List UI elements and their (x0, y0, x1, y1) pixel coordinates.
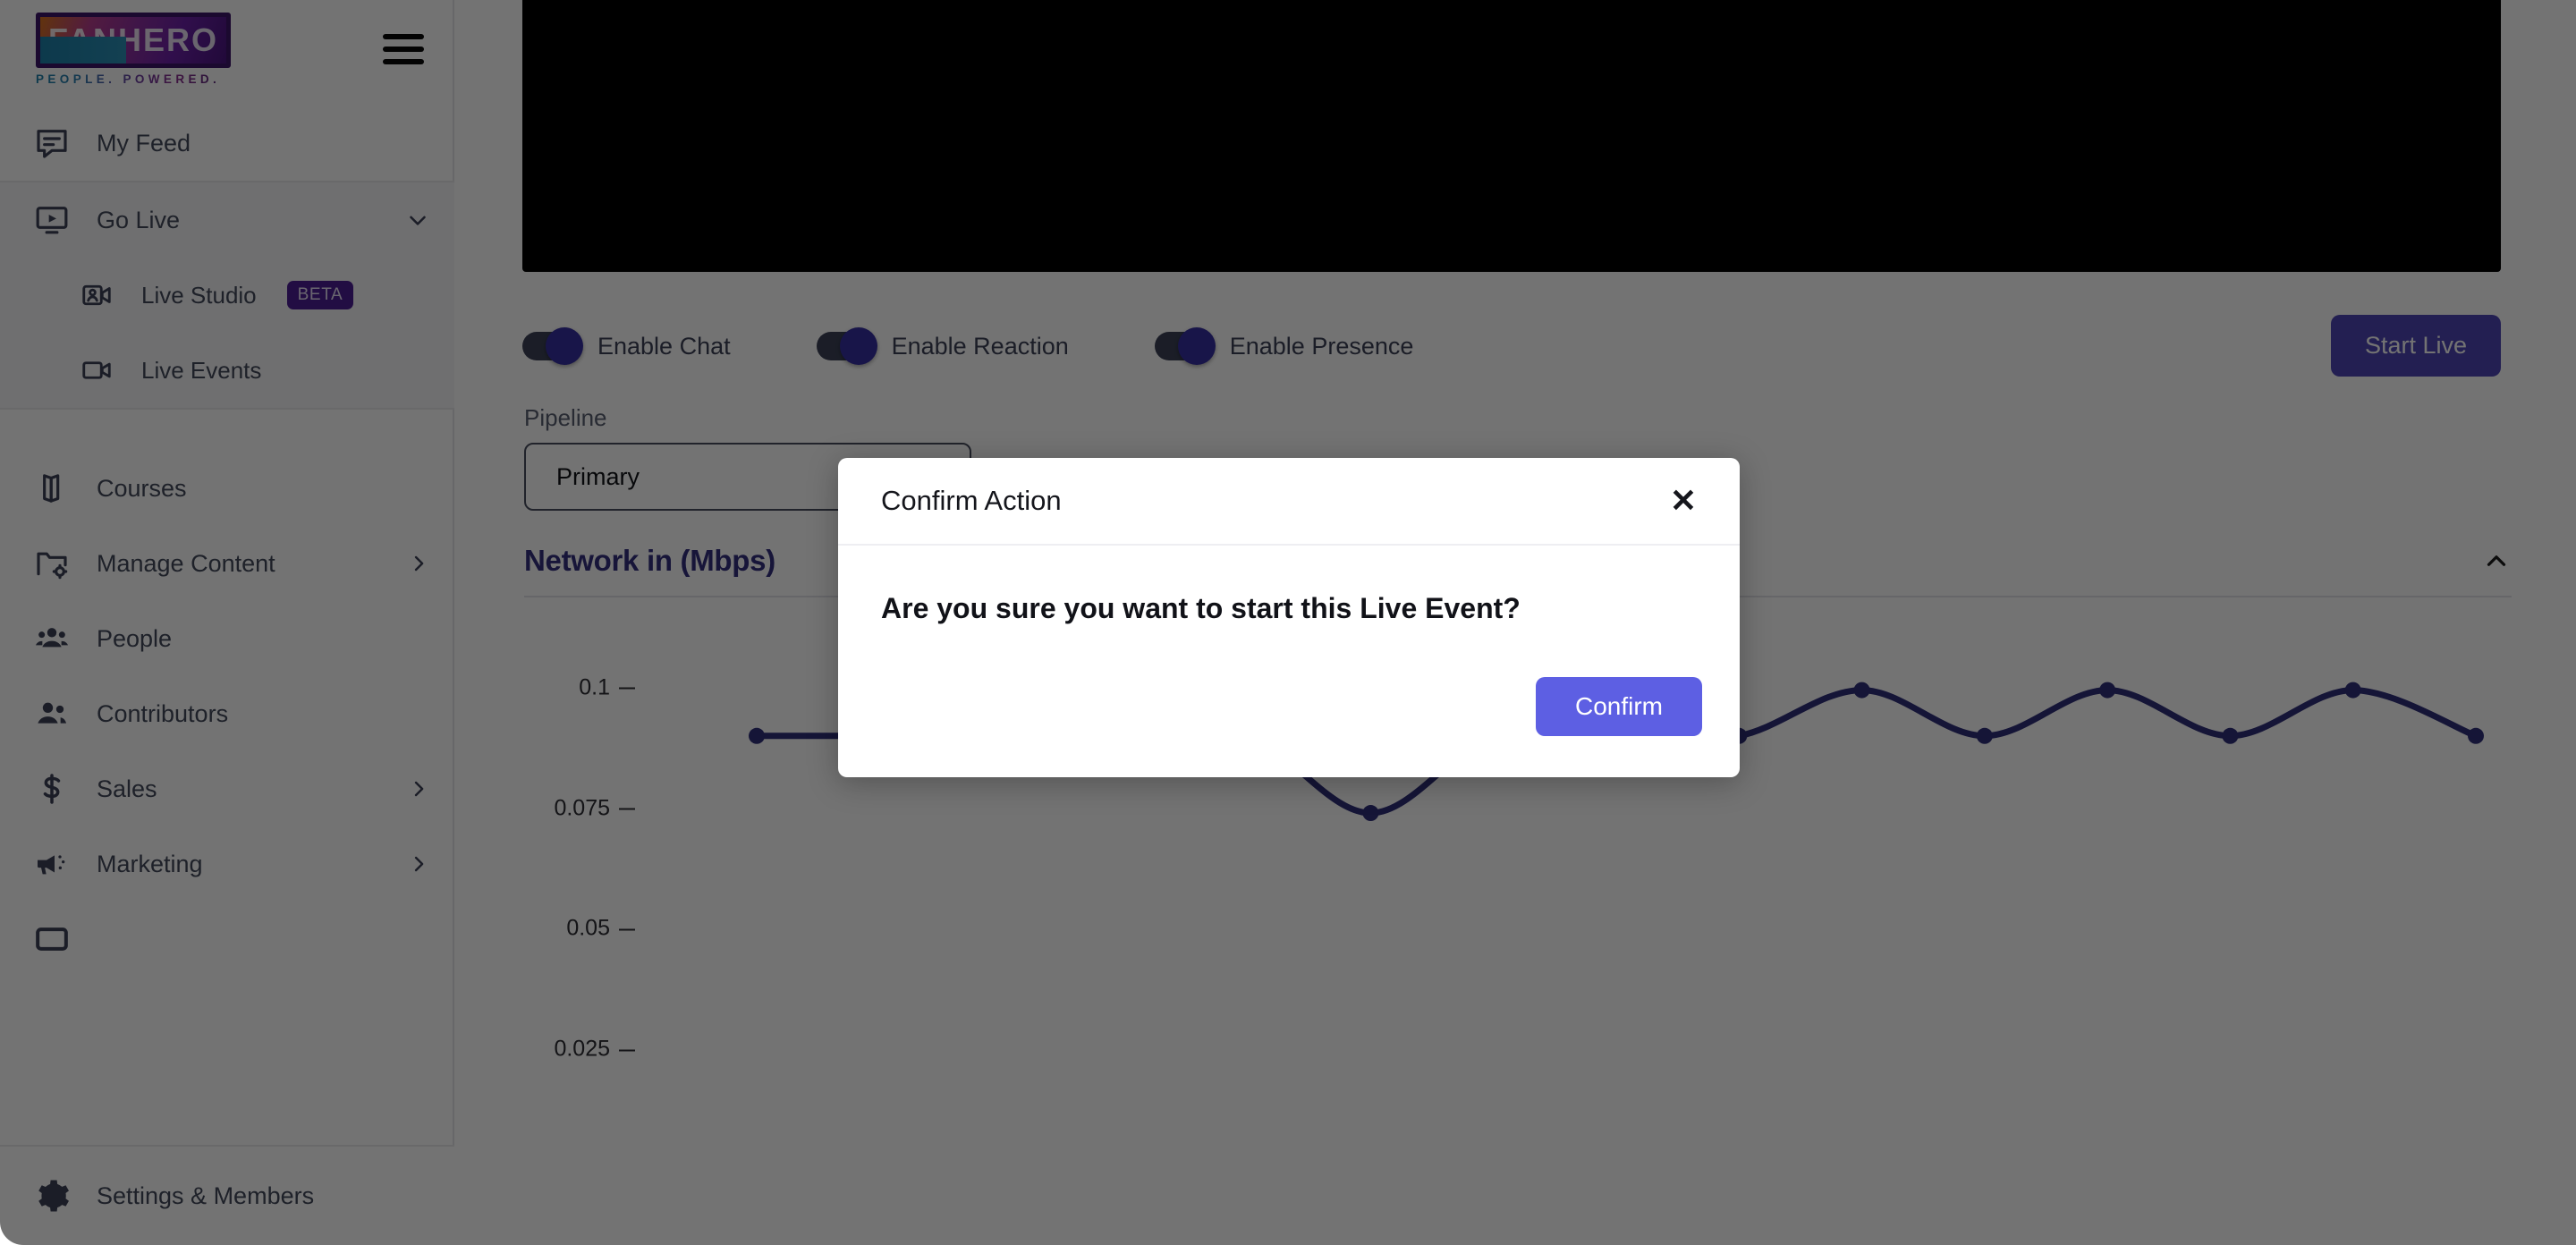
close-icon[interactable]: ✕ (1670, 485, 1697, 517)
page-surface: FANHERO PEOPLE. POWERED. My Feed (0, 0, 2576, 1245)
modal-title: Confirm Action (881, 485, 1062, 516)
modal-header: Confirm Action ✕ (838, 458, 1740, 546)
confirm-button[interactable]: Confirm (1535, 677, 1702, 736)
app-root: FANHERO PEOPLE. POWERED. My Feed (0, 0, 2576, 1245)
modal-body: Are you sure you want to start this Live… (838, 546, 1740, 625)
modal-message: Are you sure you want to start this Live… (881, 592, 1521, 624)
modal-footer: Confirm (838, 625, 1740, 777)
confirm-action-modal: Confirm Action ✕ Are you sure you want t… (838, 458, 1740, 777)
